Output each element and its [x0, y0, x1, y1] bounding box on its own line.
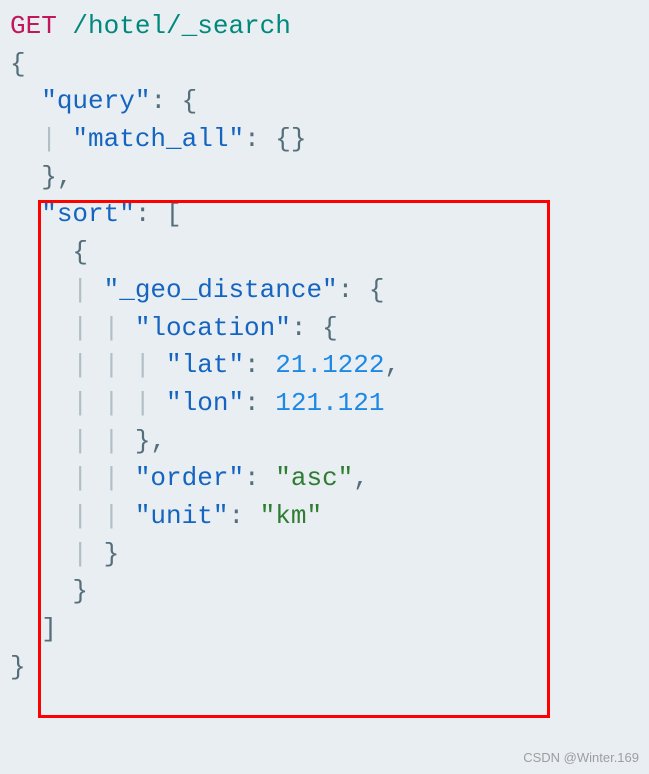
code-line: }, — [10, 159, 639, 197]
code-line: | } — [10, 536, 639, 574]
lon-key: "lon" — [166, 388, 244, 418]
code-line: | "_geo_distance": { — [10, 272, 639, 310]
code-line: | | "location": { — [10, 310, 639, 348]
code-line: | | | "lat": 21.1222, — [10, 347, 639, 385]
code-line: } — [10, 649, 639, 687]
code-line: | | "unit": "km" — [10, 498, 639, 536]
code-block: GET /hotel/_search { "query": { | "match… — [10, 8, 639, 686]
code-line: { — [10, 234, 639, 272]
unit-value: "km" — [260, 501, 322, 531]
code-line: "sort": [ — [10, 196, 639, 234]
unit-key: "unit" — [135, 501, 229, 531]
request-path: /hotel/_search — [72, 11, 290, 41]
code-line: "query": { — [10, 83, 639, 121]
code-line: | "match_all": {} — [10, 121, 639, 159]
lon-value: 121.121 — [275, 388, 384, 418]
match-all-key: "match_all" — [72, 124, 244, 154]
code-line: | | "order": "asc", — [10, 460, 639, 498]
code-line: | | }, — [10, 423, 639, 461]
code-line: { — [10, 46, 639, 84]
query-key: "query" — [41, 86, 150, 116]
lat-value: 21.1222 — [275, 350, 384, 380]
http-method: GET — [10, 11, 57, 41]
geo-distance-key: "_geo_distance" — [104, 275, 338, 305]
watermark-text: CSDN @Winter.169 — [523, 749, 639, 768]
order-key: "order" — [135, 463, 244, 493]
order-value: "asc" — [275, 463, 353, 493]
location-key: "location" — [135, 313, 291, 343]
sort-key: "sort" — [41, 199, 135, 229]
code-line: | | | "lon": 121.121 — [10, 385, 639, 423]
request-line: GET /hotel/_search — [10, 8, 639, 46]
code-line: } — [10, 573, 639, 611]
lat-key: "lat" — [166, 350, 244, 380]
code-line: ] — [10, 611, 639, 649]
